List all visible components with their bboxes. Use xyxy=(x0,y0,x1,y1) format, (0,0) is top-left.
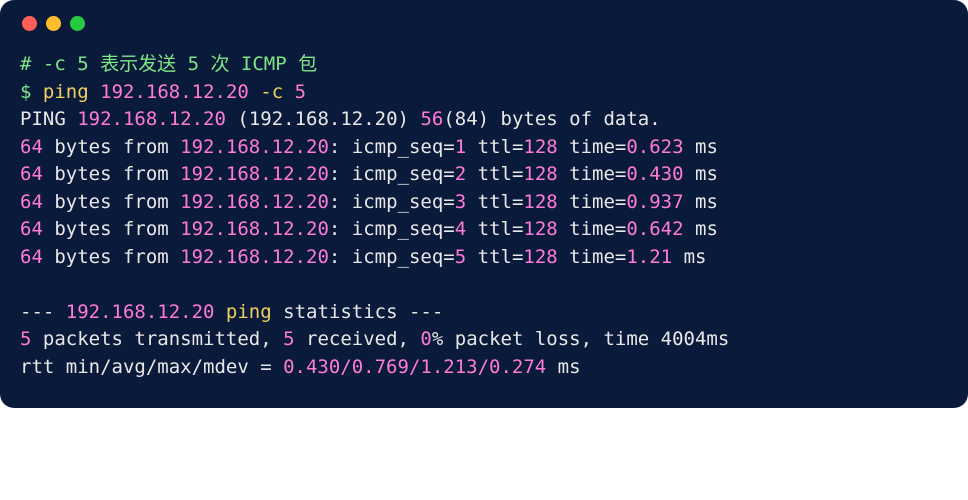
comment-text2: 次 xyxy=(199,53,241,75)
comment-icmp: ICMP xyxy=(241,53,287,75)
reply-ip: 192.168.12.20 xyxy=(180,246,329,268)
reply-time-label: time= xyxy=(558,136,627,158)
stats-t2: received, xyxy=(295,328,421,350)
reply-bytes-from: bytes from xyxy=(43,163,180,185)
stats-loss: 0 xyxy=(420,328,431,350)
reply-bytes: 64 xyxy=(20,246,43,268)
reply-time: 0.623 xyxy=(626,136,683,158)
rtt-vals: 0.430/0.769/1.213/0.274 xyxy=(283,356,546,378)
reply-bytes-from: bytes from xyxy=(43,136,180,158)
stats-rx: 5 xyxy=(283,328,294,350)
reply-bytes: 64 xyxy=(20,191,43,213)
reply-bytes: 64 xyxy=(20,136,43,158)
stats-ping-word: ping xyxy=(214,301,271,323)
reply-ttl-label: ttl= xyxy=(466,191,523,213)
ping-header: PING 192.168.12.20 (192.168.12.20) 56(84… xyxy=(20,106,948,134)
stats-tx: 5 xyxy=(20,328,31,350)
reply-seq: 3 xyxy=(455,191,466,213)
blank-line xyxy=(20,271,948,299)
reply-ttl: 128 xyxy=(523,191,557,213)
comment-text: 表示发送 xyxy=(89,53,188,75)
reply-time-label: time= xyxy=(558,246,627,268)
hash: # xyxy=(20,53,31,75)
stats-line-1: 5 packets transmitted, 5 received, 0% pa… xyxy=(20,326,948,354)
reply-time: 0.937 xyxy=(626,191,683,213)
reply-ttl: 128 xyxy=(523,218,557,240)
reply-time-label: time= xyxy=(558,218,627,240)
reply-ttl: 128 xyxy=(523,246,557,268)
cmd-name: ping xyxy=(43,81,89,103)
reply-time-label: time= xyxy=(558,163,627,185)
reply-ms: ms xyxy=(672,246,706,268)
reply-time: 1.21 xyxy=(626,246,672,268)
reply-ttl: 128 xyxy=(523,136,557,158)
ping-size: 56 xyxy=(420,108,443,130)
terminal-window: # -c 5 表示发送 5 次 ICMP 包 $ ping 192.168.12… xyxy=(0,0,968,408)
close-icon[interactable] xyxy=(22,16,37,31)
reply-line: 64 bytes from 192.168.12.20: icmp_seq=1 … xyxy=(20,134,948,162)
cmd-target: 192.168.12.20 xyxy=(100,81,249,103)
reply-seq: 4 xyxy=(455,218,466,240)
command-line[interactable]: $ ping 192.168.12.20 -c 5 xyxy=(20,79,948,107)
stats-dash1: --- xyxy=(20,301,66,323)
comment-flag: -c 5 xyxy=(43,53,89,75)
rtt-label: rtt min/avg/max/mdev = xyxy=(20,356,283,378)
ping-label: PING xyxy=(20,108,66,130)
reply-seq-label: : icmp_seq= xyxy=(329,191,455,213)
reply-seq: 2 xyxy=(455,163,466,185)
zoom-icon[interactable] xyxy=(70,16,85,31)
reply-list: 64 bytes from 192.168.12.20: icmp_seq=1 … xyxy=(20,134,948,272)
comment-text3: 包 xyxy=(287,53,317,75)
prompt-symbol: $ xyxy=(20,81,31,103)
stats-time: 4004ms xyxy=(661,328,730,350)
stats-t3: % packet loss, time xyxy=(432,328,661,350)
reply-ms: ms xyxy=(684,136,718,158)
reply-ttl-label: ttl= xyxy=(466,136,523,158)
ping-paren-ip: (192.168.12.20) xyxy=(237,108,409,130)
reply-seq-label: : icmp_seq= xyxy=(329,136,455,158)
reply-bytes: 64 xyxy=(20,163,43,185)
cmd-count: 5 xyxy=(295,81,306,103)
ping-rest: (84) bytes of data. xyxy=(443,108,660,130)
reply-seq: 1 xyxy=(455,136,466,158)
reply-bytes-from: bytes from xyxy=(43,246,180,268)
reply-line: 64 bytes from 192.168.12.20: icmp_seq=4 … xyxy=(20,216,948,244)
comment-five: 5 xyxy=(188,53,199,75)
reply-ttl-label: ttl= xyxy=(466,218,523,240)
reply-ms: ms xyxy=(684,218,718,240)
reply-seq: 5 xyxy=(455,246,466,268)
cmd-flag: -c xyxy=(260,81,283,103)
reply-ip: 192.168.12.20 xyxy=(180,136,329,158)
reply-ms: ms xyxy=(684,163,718,185)
reply-ttl-label: ttl= xyxy=(466,163,523,185)
reply-time: 0.430 xyxy=(626,163,683,185)
reply-bytes: 64 xyxy=(20,218,43,240)
reply-ip: 192.168.12.20 xyxy=(180,191,329,213)
reply-ip: 192.168.12.20 xyxy=(180,218,329,240)
minimize-icon[interactable] xyxy=(46,16,61,31)
titlebar xyxy=(20,14,948,51)
reply-time-label: time= xyxy=(558,191,627,213)
ping-ip: 192.168.12.20 xyxy=(77,108,226,130)
reply-bytes-from: bytes from xyxy=(43,191,180,213)
reply-line: 64 bytes from 192.168.12.20: icmp_seq=3 … xyxy=(20,189,948,217)
reply-seq-label: : icmp_seq= xyxy=(329,246,455,268)
stats-ip: 192.168.12.20 xyxy=(66,301,215,323)
reply-line: 64 bytes from 192.168.12.20: icmp_seq=5 … xyxy=(20,244,948,272)
comment-line: # -c 5 表示发送 5 次 ICMP 包 xyxy=(20,51,948,79)
stats-header: --- 192.168.12.20 ping statistics --- xyxy=(20,299,948,327)
stats-line-2: rtt min/avg/max/mdev = 0.430/0.769/1.213… xyxy=(20,354,948,382)
reply-line: 64 bytes from 192.168.12.20: icmp_seq=2 … xyxy=(20,161,948,189)
reply-ttl: 128 xyxy=(523,163,557,185)
reply-seq-label: : icmp_seq= xyxy=(329,218,455,240)
reply-time: 0.642 xyxy=(626,218,683,240)
reply-seq-label: : icmp_seq= xyxy=(329,163,455,185)
reply-ms: ms xyxy=(684,191,718,213)
rtt-ms: ms xyxy=(546,356,580,378)
reply-bytes-from: bytes from xyxy=(43,218,180,240)
stats-t1: packets transmitted, xyxy=(31,328,283,350)
reply-ttl-label: ttl= xyxy=(466,246,523,268)
reply-ip: 192.168.12.20 xyxy=(180,163,329,185)
stats-rest: statistics --- xyxy=(272,301,444,323)
